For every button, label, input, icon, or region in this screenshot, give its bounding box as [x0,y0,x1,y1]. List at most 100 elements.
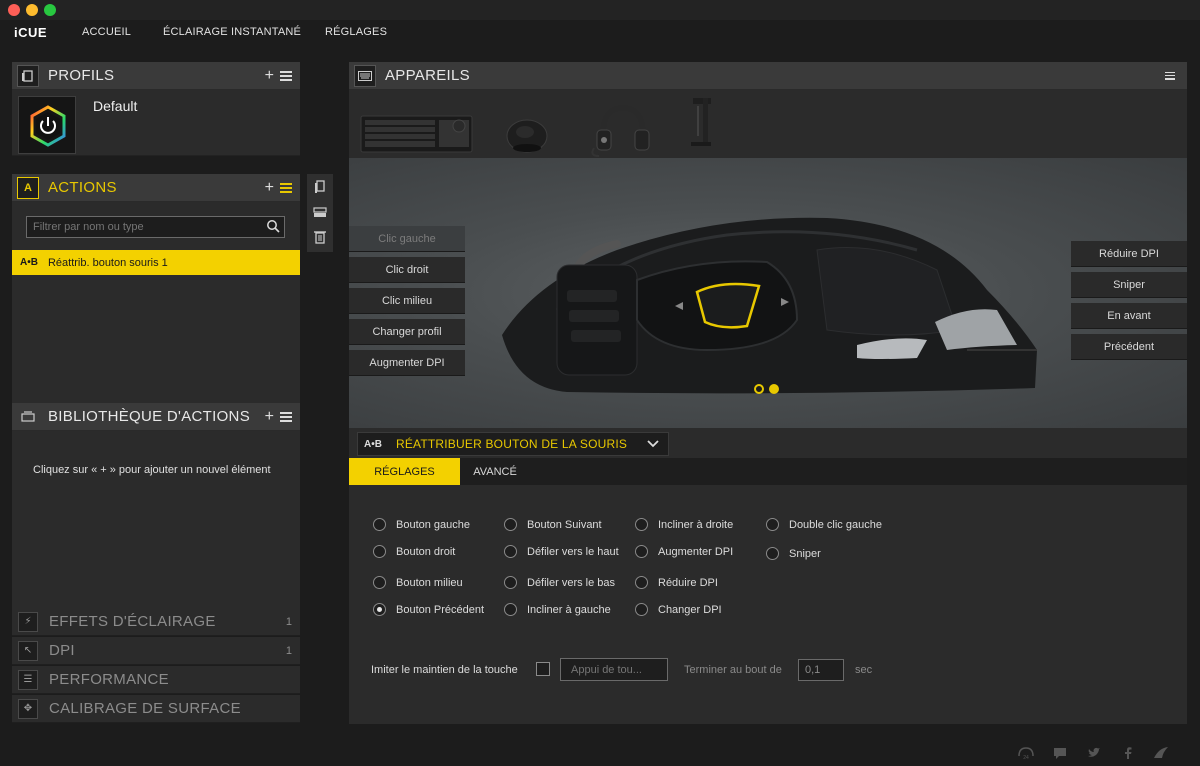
section-performance[interactable]: ☰ PERFORMANCE [12,666,300,694]
radio-selected-icon [373,603,386,616]
app-logo: iCUE [14,25,48,40]
section-surface-calibration[interactable]: ✥ CALIBRAGE DE SURFACE [12,695,300,723]
actions-header: A ACTIONS + [12,174,300,202]
key-press-input[interactable] [560,658,668,681]
end-after-input[interactable] [798,659,844,681]
library-list: Cliquez sur « + » pour ajouter un nouvel… [12,431,300,633]
radio-icon [635,576,648,589]
support-24-icon[interactable]: 24 [1017,746,1035,760]
option-double-left-click[interactable]: Double clic gauche [766,518,882,531]
facebook-icon[interactable] [1121,746,1135,760]
map-increase-dpi[interactable]: Augmenter DPI [349,350,465,376]
option-label: Réduire DPI [658,576,718,589]
surface-icon: ✥ [18,698,38,719]
chevron-down-icon [647,440,659,448]
option-left-button[interactable]: Bouton gauche [373,518,470,531]
action-list-item[interactable]: A•B Réattrib. bouton souris 1 [12,250,300,275]
section-title: PERFORMANCE [49,671,169,688]
add-library-item-button[interactable]: + [265,408,274,425]
devices-menu-icon[interactable] [1165,71,1175,80]
option-increase-dpi[interactable]: Augmenter DPI [635,545,733,558]
minimize-window-button[interactable] [26,4,38,16]
seconds-unit-label: sec [855,664,873,676]
library-hint: Cliquez sur « + » pour ajouter un nouvel… [33,464,271,476]
action-filter-input[interactable] [26,216,285,238]
option-scroll-up[interactable]: Défiler vers le haut [504,545,619,558]
option-label: Augmenter DPI [658,545,734,558]
end-after-label: Terminer au bout de [684,664,782,676]
section-title: EFFETS D'ÉCLAIRAGE [49,613,216,630]
option-reduce-dpi[interactable]: Réduire DPI [635,576,718,589]
page-dot-2[interactable] [769,384,779,394]
profile-name[interactable]: Default [93,98,137,114]
section-count: 1 [285,644,292,657]
action-type-dropdown[interactable]: A•B RÉATTRIBUER BOUTON DE LA SOURIS [357,432,669,456]
radio-icon [373,576,386,589]
option-sniper[interactable]: Sniper [766,547,821,560]
option-change-dpi[interactable]: Changer DPI [635,603,722,616]
svg-text:24: 24 [1023,755,1029,760]
section-lighting-effects[interactable]: ⚡ EFFETS D'ÉCLAIRAGE 1 [12,608,300,636]
option-label: Sniper [789,547,821,560]
action-library-panel: BIBLIOTHÈQUE D'ACTIONS + Cliquez sur « +… [12,403,300,633]
radio-icon [504,603,517,616]
map-sniper[interactable]: Sniper [1071,272,1187,298]
map-left-click[interactable]: Clic gauche [349,226,465,252]
radio-icon [635,603,648,616]
icue-profile-icon [30,105,66,147]
copy-icon[interactable] [312,180,328,194]
option-back-button[interactable]: Bouton Précédent [373,603,484,616]
performance-icon: ☰ [18,669,38,690]
close-window-button[interactable] [8,4,20,16]
tab-advanced[interactable]: AVANCÉ [460,458,530,485]
map-reduce-dpi[interactable]: Réduire DPI [1071,241,1187,267]
option-next-button[interactable]: Bouton Suivant [504,518,602,531]
option-label: Défiler vers le haut [527,545,619,558]
map-change-profile[interactable]: Changer profil [349,319,465,345]
action-type-label: RÉATTRIBUER BOUTON DE LA SOURIS [395,437,628,451]
page-dot-1[interactable] [754,384,764,394]
radio-icon [373,545,386,558]
corsair-logo-icon[interactable] [1153,746,1169,760]
maximize-window-button[interactable] [44,4,56,16]
nav-instant-lighting[interactable]: ÉCLAIRAGE INSTANTANÉ [163,26,301,38]
section-dpi[interactable]: ↖ DPI 1 [12,637,300,665]
twitter-icon[interactable] [1087,746,1101,760]
option-tilt-right[interactable]: Incliner à droite [635,518,733,531]
profiles-menu-icon[interactable] [280,70,292,81]
option-middle-button[interactable]: Bouton milieu [373,576,463,589]
option-right-button[interactable]: Bouton droit [373,545,455,558]
map-middle-click[interactable]: Clic milieu [349,288,465,314]
map-forward[interactable]: En avant [1071,303,1187,329]
trash-icon[interactable] [312,230,328,244]
duplicate-icon[interactable] [312,205,328,219]
tab-settings[interactable]: RÉGLAGES [349,458,460,485]
actions-menu-icon[interactable] [280,182,292,193]
devices-header: APPAREILS [349,62,1187,90]
option-tilt-left[interactable]: Incliner à gauche [504,603,611,616]
search-icon[interactable] [266,219,280,233]
radio-icon [504,545,517,558]
option-label: Incliner à droite [658,518,734,531]
option-label: Bouton Suivant [527,518,602,531]
option-label: Bouton gauche [396,518,471,531]
option-scroll-down[interactable]: Défiler vers le bas [504,576,615,589]
nav-home[interactable]: ACCUEIL [82,26,131,38]
add-action-button[interactable]: + [265,179,274,196]
map-right-click[interactable]: Clic droit [349,257,465,283]
actions-panel: A ACTIONS + A•B Réattrib. bouton souris … [12,174,300,403]
profiles-header: PROFILS + [12,62,300,90]
profile-thumbnail[interactable] [18,96,76,154]
radio-icon [766,518,779,531]
radio-icon [504,518,517,531]
map-back[interactable]: Précédent [1071,334,1187,360]
hold-key-checkbox[interactable] [536,662,550,676]
add-profile-button[interactable]: + [265,67,274,84]
nav-settings[interactable]: RÉGLAGES [325,26,387,38]
option-label: Bouton milieu [396,576,463,589]
action-type-badge: A•B [364,438,382,450]
radio-icon [635,545,648,558]
chat-icon[interactable] [1053,746,1067,760]
option-label: Double clic gauche [789,518,882,531]
library-menu-icon[interactable] [280,411,292,422]
